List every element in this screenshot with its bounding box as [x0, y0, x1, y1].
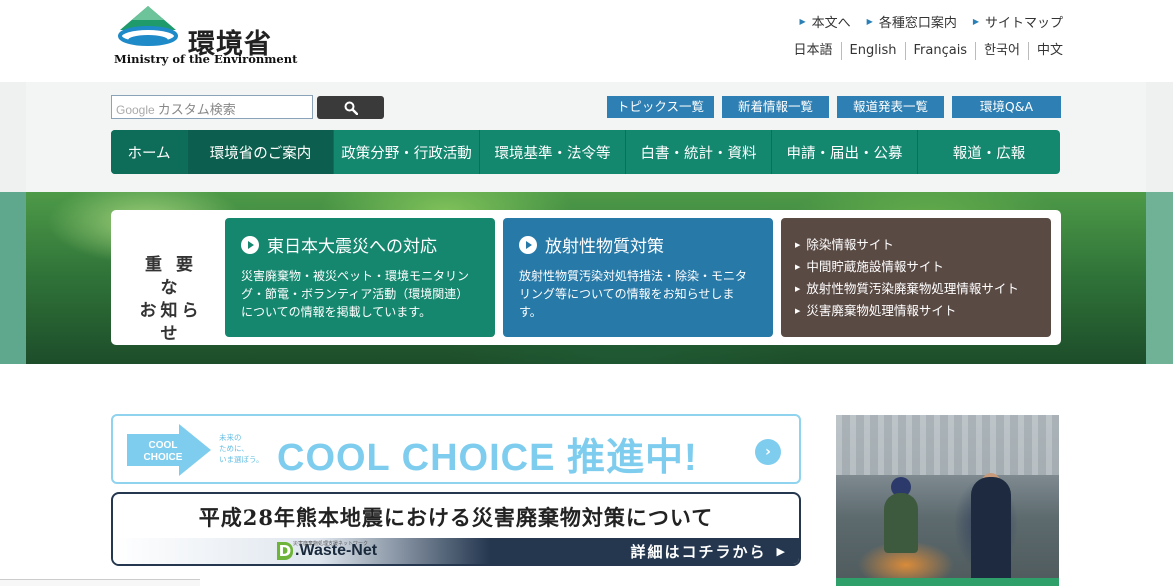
card-description: 災害廃棄物・被災ペット・環境モニタリング・節電・ボランティア活動（環境関連）につ…	[241, 269, 470, 319]
lang-chinese[interactable]: 中文	[1027, 42, 1063, 60]
photo-caption-bar	[836, 578, 1059, 586]
nav-press[interactable]: 報道・広報	[918, 130, 1060, 174]
details-link[interactable]: 詳細はコチラから ▶	[631, 541, 787, 562]
triangle-icon: ▶	[795, 285, 801, 293]
earthquake-response-card[interactable]: 東日本大震災への対応 災害廃棄物・被災ペット・環境モニタリング・節電・ボランティ…	[225, 218, 495, 337]
sitemap-link[interactable]: ▶ サイトマップ	[973, 12, 1063, 31]
logo-english: Ministry of the Environment	[114, 52, 298, 66]
important-notice: 重 要 な お知らせ 東日本大震災への対応 災害廃棄物・被災ペット・環境モニタリ…	[111, 210, 1061, 345]
topics-list-link[interactable]: トピックス一覧	[607, 96, 714, 118]
disaster-waste-site-link[interactable]: ▶ 災害廃棄物処理情報サイト	[795, 300, 1037, 322]
details-label: 詳細はコチラから	[630, 543, 767, 561]
cool-badge-line1: COOL	[149, 440, 178, 451]
tagline-line2: ために、	[219, 444, 249, 453]
quake-banner-title: 平成28年熊本地震における災害廃棄物対策について	[198, 505, 714, 530]
search-placeholder: カスタム検索	[157, 102, 236, 117]
contact-directory-link[interactable]: ▶ 各種窓口案内	[867, 12, 957, 31]
interim-storage-site-link[interactable]: ▶ 中間貯蔵施設情報サイト	[795, 256, 1037, 278]
nav-standards[interactable]: 環境基準・法令等	[480, 130, 626, 174]
site-header: 環境省 Ministry of the Environment ▶ 本文へ ▶ 各種…	[0, 0, 1173, 82]
radioactive-measures-card[interactable]: 放射性物質対策 放射性物質汚染対処特措法・除染・モニタリング等についての情報をお…	[503, 218, 773, 337]
language-links: 日本語 English Français 한국어 中文	[794, 42, 1063, 60]
ministry-logo-icon	[118, 6, 178, 46]
skip-to-content-link[interactable]: ▶ 本文へ	[799, 12, 850, 31]
play-circle-icon	[241, 235, 259, 254]
triangle-right-icon: ▶	[776, 545, 787, 558]
cool-choice-badge-icon: COOL CHOICE	[127, 424, 211, 476]
nav-about[interactable]: 環境省のご案内	[188, 130, 334, 174]
triangle-icon: ▶	[972, 17, 979, 26]
utility-links: ▶ 本文へ ▶ 各種窓口案内 ▶ サイトマップ	[799, 12, 1063, 31]
triangle-icon: ▶	[795, 263, 801, 271]
status-strip	[0, 579, 200, 586]
card-description: 放射性物質汚染対処特措法・除染・モニタリング等についての情報をお知らせします。	[519, 269, 748, 319]
util-label: 各種窓口案内	[878, 16, 957, 31]
photo-roof	[836, 415, 1059, 475]
search-input[interactable]: Google カスタム検索	[111, 95, 313, 119]
site-logo[interactable]: 環境省 Ministry of the Environment	[112, 4, 297, 66]
notice-label-line1: 重 要 な	[145, 255, 197, 298]
main-nav: ホーム 環境省のご案内 政策分野・行政活動 環境基準・法令等 白書・統計・資料 …	[111, 130, 1060, 174]
cool-choice-banner[interactable]: COOL CHOICE 未来の ために、 いま選ぼう。 COOL CHOICE …	[111, 414, 801, 484]
link-label: 中間貯蔵施設情報サイト	[806, 259, 944, 274]
cool-choice-headline: COOL CHOICE 推進中!	[277, 437, 698, 479]
photo-figure	[884, 493, 918, 553]
cool-choice-tagline: 未来の ために、 いま選ぼう。	[219, 432, 264, 465]
triangle-icon: ▶	[799, 17, 806, 26]
quake-banner-bar: 災害廃棄物処理支援ネットワーク D .Waste-Net 詳細はコチラから ▶	[113, 538, 799, 564]
util-label: 本文へ	[811, 16, 851, 31]
triangle-icon: ▶	[866, 17, 873, 26]
link-label: 放射性物質汚染廃棄物処理情報サイト	[806, 281, 1019, 296]
nav-home[interactable]: ホーム	[111, 130, 188, 174]
quick-links: トピックス一覧 新着情報一覧 報道発表一覧 環境Q&A	[607, 96, 1061, 118]
util-label: サイトマップ	[984, 16, 1063, 31]
lang-japanese[interactable]: 日本語	[794, 42, 841, 60]
press-release-list-link[interactable]: 報道発表一覧	[837, 96, 944, 118]
feature-photo[interactable]	[836, 415, 1059, 586]
nav-whitepaper[interactable]: 白書・統計・資料	[626, 130, 772, 174]
photo-figure	[971, 477, 1011, 586]
card-title: 東日本大震災への対応	[241, 232, 479, 257]
play-circle-icon	[519, 235, 537, 254]
lang-french[interactable]: Français	[904, 42, 976, 60]
notice-label: 重 要 な お知らせ	[131, 254, 211, 346]
search-icon	[344, 101, 358, 115]
cool-badge-line2: CHOICE	[144, 452, 183, 463]
card-title-text: 放射性物質対策	[545, 237, 664, 257]
chevron-right-icon: ›	[755, 439, 781, 465]
kumamoto-waste-banner[interactable]: 平成28年熊本地震における災害廃棄物対策について 災害廃棄物処理支援ネットワーク…	[111, 492, 801, 566]
card-title-text: 東日本大震災への対応	[267, 237, 437, 257]
logo-tiny-text: 災害廃棄物処理支援ネットワーク	[293, 541, 369, 547]
search-button[interactable]	[317, 96, 384, 119]
new-info-list-link[interactable]: 新着情報一覧	[722, 96, 829, 118]
lang-english[interactable]: English	[840, 42, 905, 60]
nav-applications[interactable]: 申請・届出・公募	[772, 130, 918, 174]
google-label: Google	[116, 103, 155, 117]
radioactive-waste-site-link[interactable]: ▶ 放射性物質汚染廃棄物処理情報サイト	[795, 278, 1037, 300]
nav-policy[interactable]: 政策分野・行政活動	[334, 130, 480, 174]
lang-korean[interactable]: 한국어	[975, 42, 1028, 60]
link-label: 除染情報サイト	[806, 237, 894, 252]
decontamination-site-link[interactable]: ▶ 除染情報サイト	[795, 234, 1037, 256]
notice-label-line2: お知らせ	[139, 301, 203, 344]
env-qa-link[interactable]: 環境Q&A	[952, 96, 1061, 118]
triangle-icon: ▶	[795, 241, 801, 249]
triangle-icon: ▶	[795, 307, 801, 315]
d-waste-net-logo: 災害廃棄物処理支援ネットワーク D .Waste-Net	[277, 541, 377, 560]
tagline-line1: 未来の	[219, 433, 242, 442]
tagline-line3: いま選ぼう。	[219, 455, 264, 464]
related-sites-list: ▶ 除染情報サイト ▶ 中間貯蔵施設情報サイト ▶ 放射性物質汚染廃棄物処理情報サイト…	[795, 234, 1037, 322]
related-sites-card: ▶ 除染情報サイト ▶ 中間貯蔵施設情報サイト ▶ 放射性物質汚染廃棄物処理情報サイト…	[781, 218, 1051, 337]
link-label: 災害廃棄物処理情報サイト	[806, 303, 957, 318]
logo-d-mark: D	[277, 542, 293, 560]
card-title: 放射性物質対策	[519, 232, 757, 257]
